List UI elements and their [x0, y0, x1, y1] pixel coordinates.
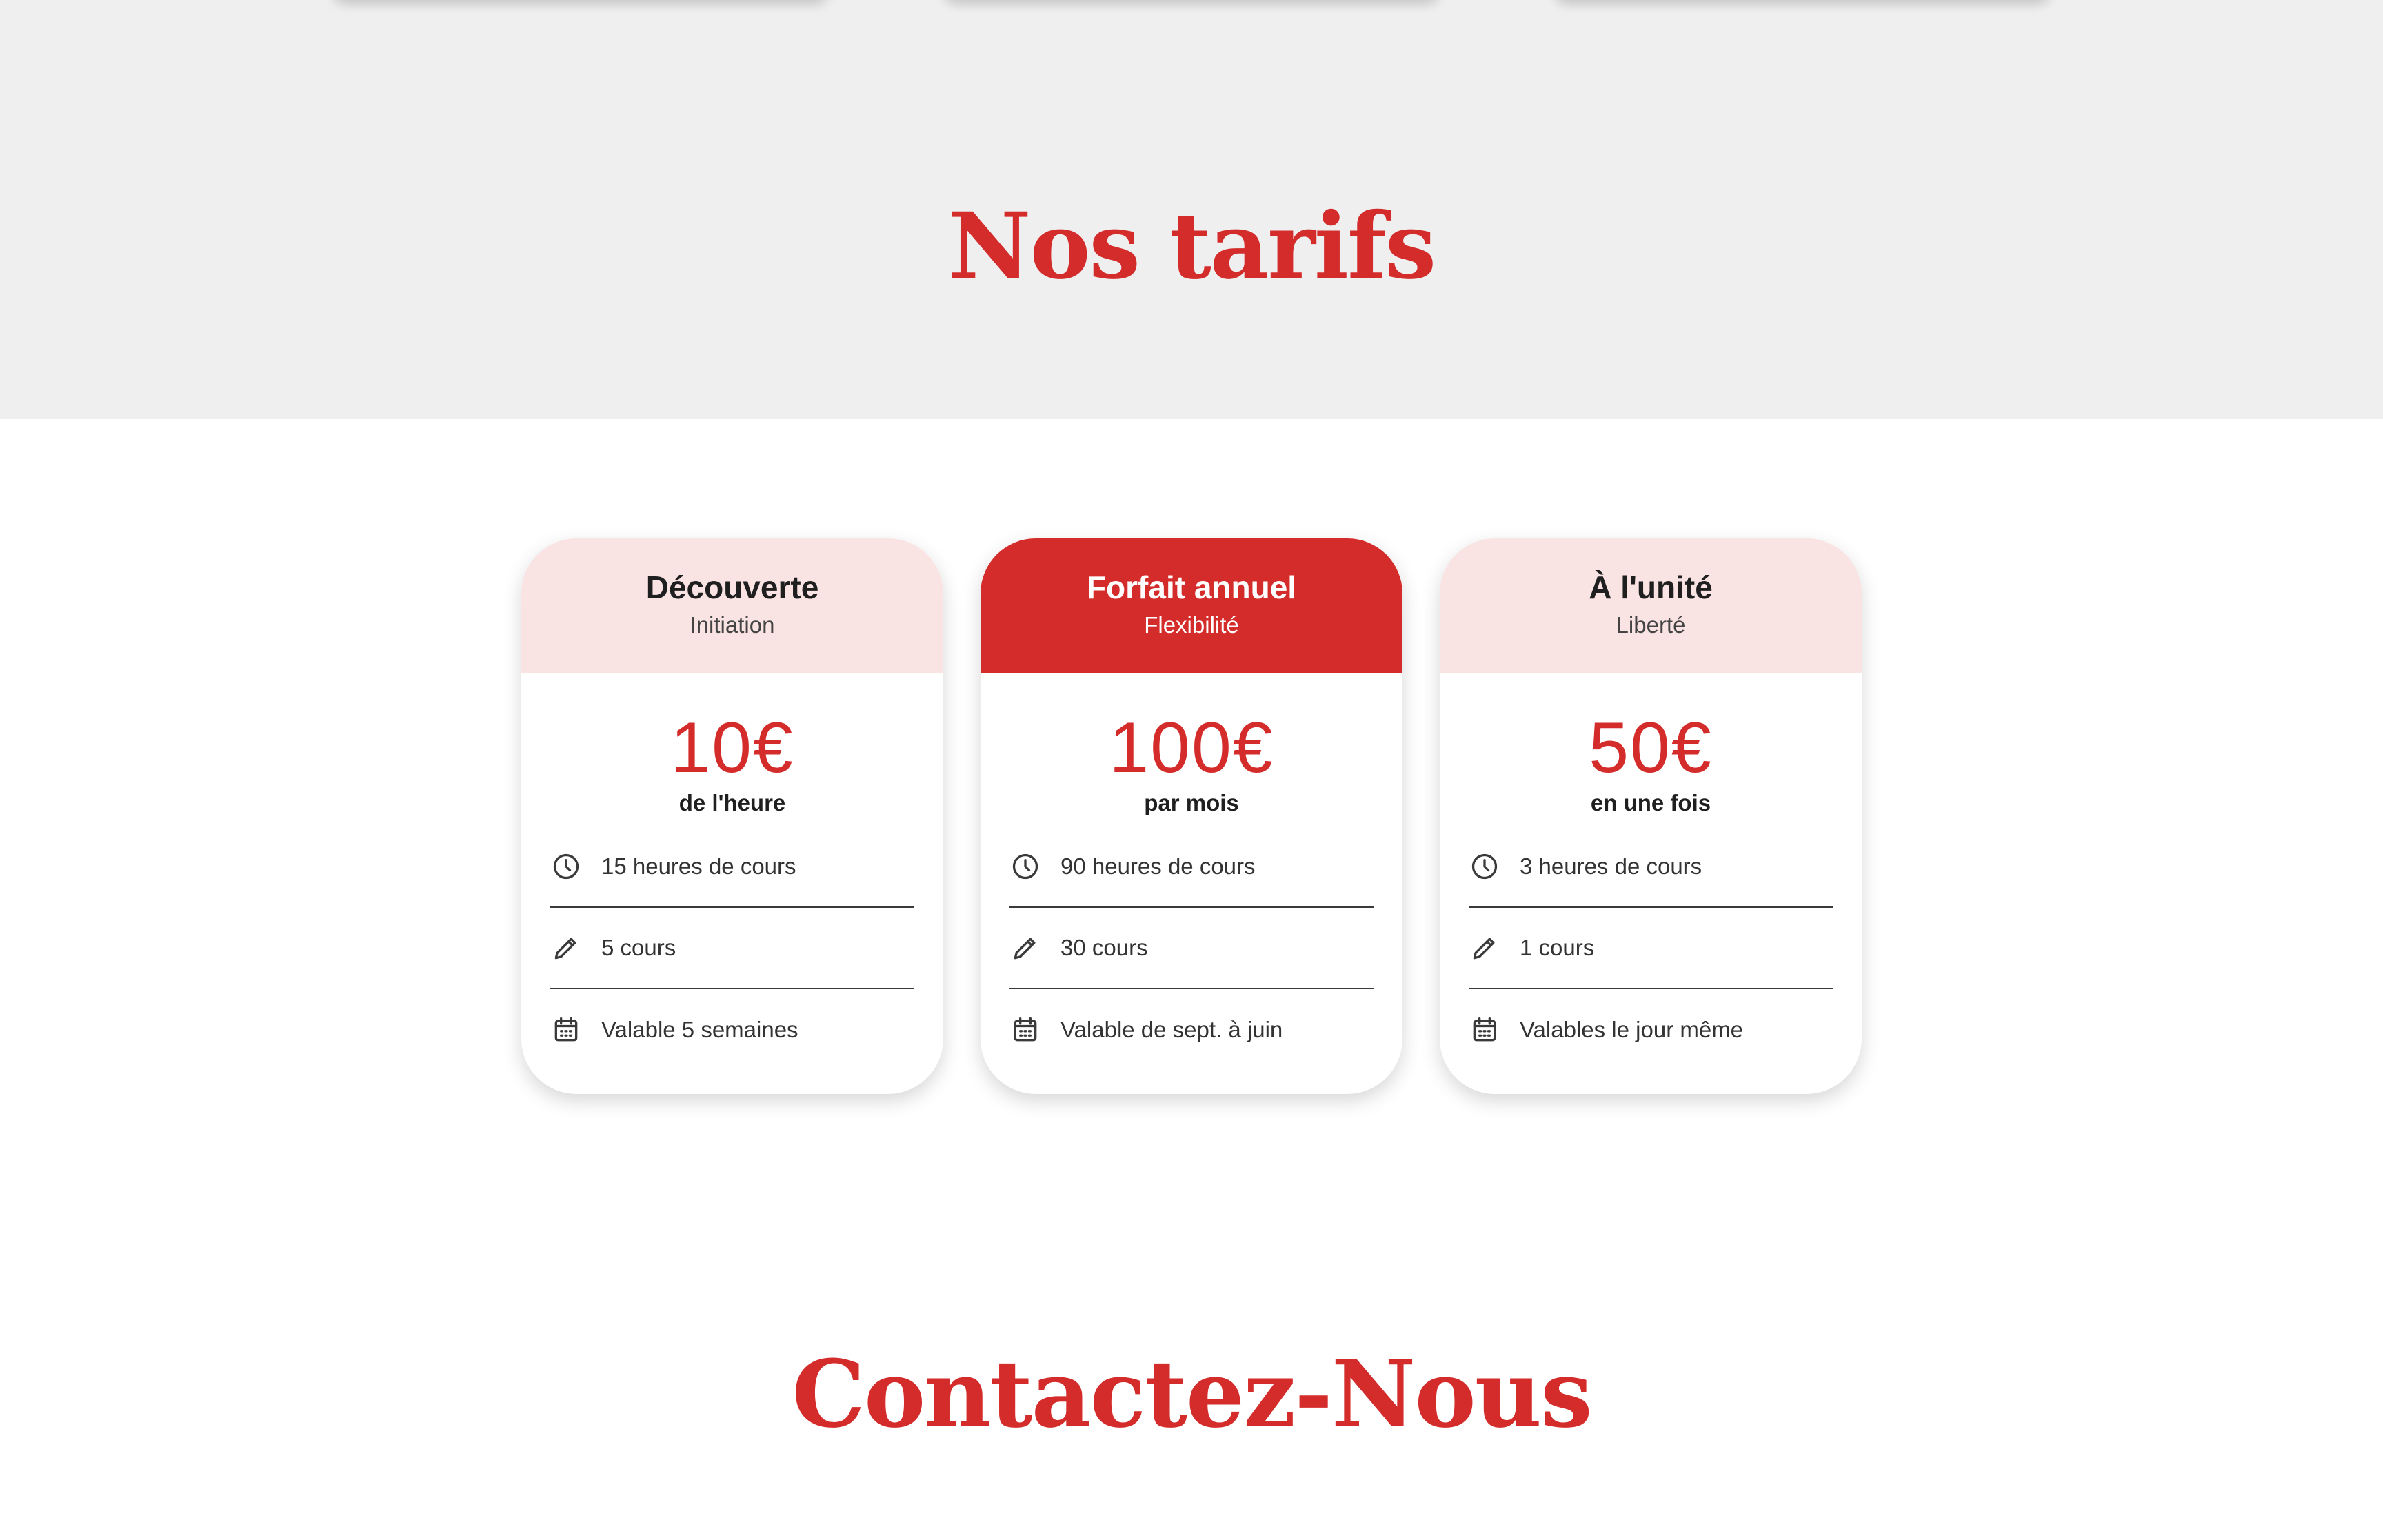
- feature-item: 5 cours: [550, 908, 914, 989]
- card-price-unit: en une fois: [1590, 790, 1711, 815]
- tarifs-title: Nos tarifs: [947, 193, 1436, 300]
- pricing-card-decouverte[interactable]: Découverte Initiation 10€ de l'heure 15 …: [521, 538, 943, 1094]
- card-price: 50€: [1589, 708, 1713, 788]
- card-name: À l'unité: [1589, 569, 1713, 605]
- feature-list: 3 heures de cours 1 cours Valables le jo…: [1440, 827, 1862, 1071]
- card-subtitle: Flexibilité: [1144, 612, 1239, 638]
- calendar-icon: [550, 1014, 582, 1046]
- card-price: 100€: [1109, 708, 1274, 788]
- feature-item: Valable de sept. à juin: [1009, 989, 1374, 1071]
- card-body: 10€ de l'heure 15 heures de cours 5 cour…: [521, 673, 943, 1071]
- feature-text: Valable 5 semaines: [601, 1017, 798, 1042]
- feature-item: 1 cours: [1469, 908, 1833, 989]
- card-subtitle: Initiation: [690, 612, 775, 638]
- feature-text: 15 heures de cours: [601, 853, 796, 879]
- card-header: À l'unité Liberté: [1440, 538, 1862, 673]
- card-body: 50€ en une fois 3 heures de cours 1 cour…: [1440, 673, 1862, 1071]
- card-price: 10€: [670, 708, 794, 788]
- feature-list: 90 heures de cours 30 cours Valable de s…: [981, 827, 1402, 1071]
- feature-text: 3 heures de cours: [1520, 853, 1702, 879]
- pricing-card-forfait-annuel[interactable]: Forfait annuel Flexibilité 100€ par mois…: [981, 538, 1402, 1094]
- pencil-icon: [1009, 932, 1041, 964]
- feature-item: Valable 5 semaines: [550, 989, 914, 1071]
- feature-text: 5 cours: [601, 935, 676, 960]
- feature-text: 30 cours: [1060, 935, 1148, 960]
- pencil-icon: [1469, 932, 1500, 964]
- tarifs-header-band: Nos tarifs: [0, 0, 2383, 419]
- feature-text: Valable de sept. à juin: [1060, 1017, 1283, 1042]
- card-price-unit: de l'heure: [678, 790, 786, 815]
- pencil-icon: [550, 932, 582, 964]
- feature-item: 3 heures de cours: [1469, 827, 1833, 908]
- card-body: 100€ par mois 90 heures de cours 30 cour…: [981, 673, 1402, 1071]
- feature-list: 15 heures de cours 5 cours Valable 5 sem…: [521, 827, 943, 1071]
- card-name: Découverte: [645, 569, 819, 605]
- pricing-card-a-l-unite[interactable]: À l'unité Liberté 50€ en une fois 3 heur…: [1440, 538, 1862, 1094]
- clock-icon: [1469, 851, 1500, 882]
- contact-title: Contactez-Nous: [792, 1339, 1592, 1448]
- card-header-featured: Forfait annuel Flexibilité: [981, 538, 1402, 673]
- card-name: Forfait annuel: [1086, 569, 1297, 605]
- clock-icon: [550, 851, 582, 882]
- feature-text: 90 heures de cours: [1060, 853, 1256, 879]
- feature-item: 30 cours: [1009, 908, 1374, 989]
- feature-item: 90 heures de cours: [1009, 827, 1374, 908]
- feature-item: Valables le jour même: [1469, 989, 1833, 1071]
- calendar-icon: [1469, 1014, 1500, 1046]
- card-subtitle: Liberté: [1616, 612, 1686, 638]
- clock-icon: [1009, 851, 1041, 882]
- pricing-cards: Découverte Initiation 10€ de l'heure 15 …: [0, 538, 2383, 1094]
- feature-text: 1 cours: [1520, 935, 1595, 960]
- feature-text: Valables le jour même: [1520, 1017, 1744, 1042]
- card-header: Découverte Initiation: [521, 538, 943, 673]
- calendar-icon: [1009, 1014, 1041, 1046]
- card-price-unit: par mois: [1144, 790, 1239, 815]
- feature-item: 15 heures de cours: [550, 827, 914, 908]
